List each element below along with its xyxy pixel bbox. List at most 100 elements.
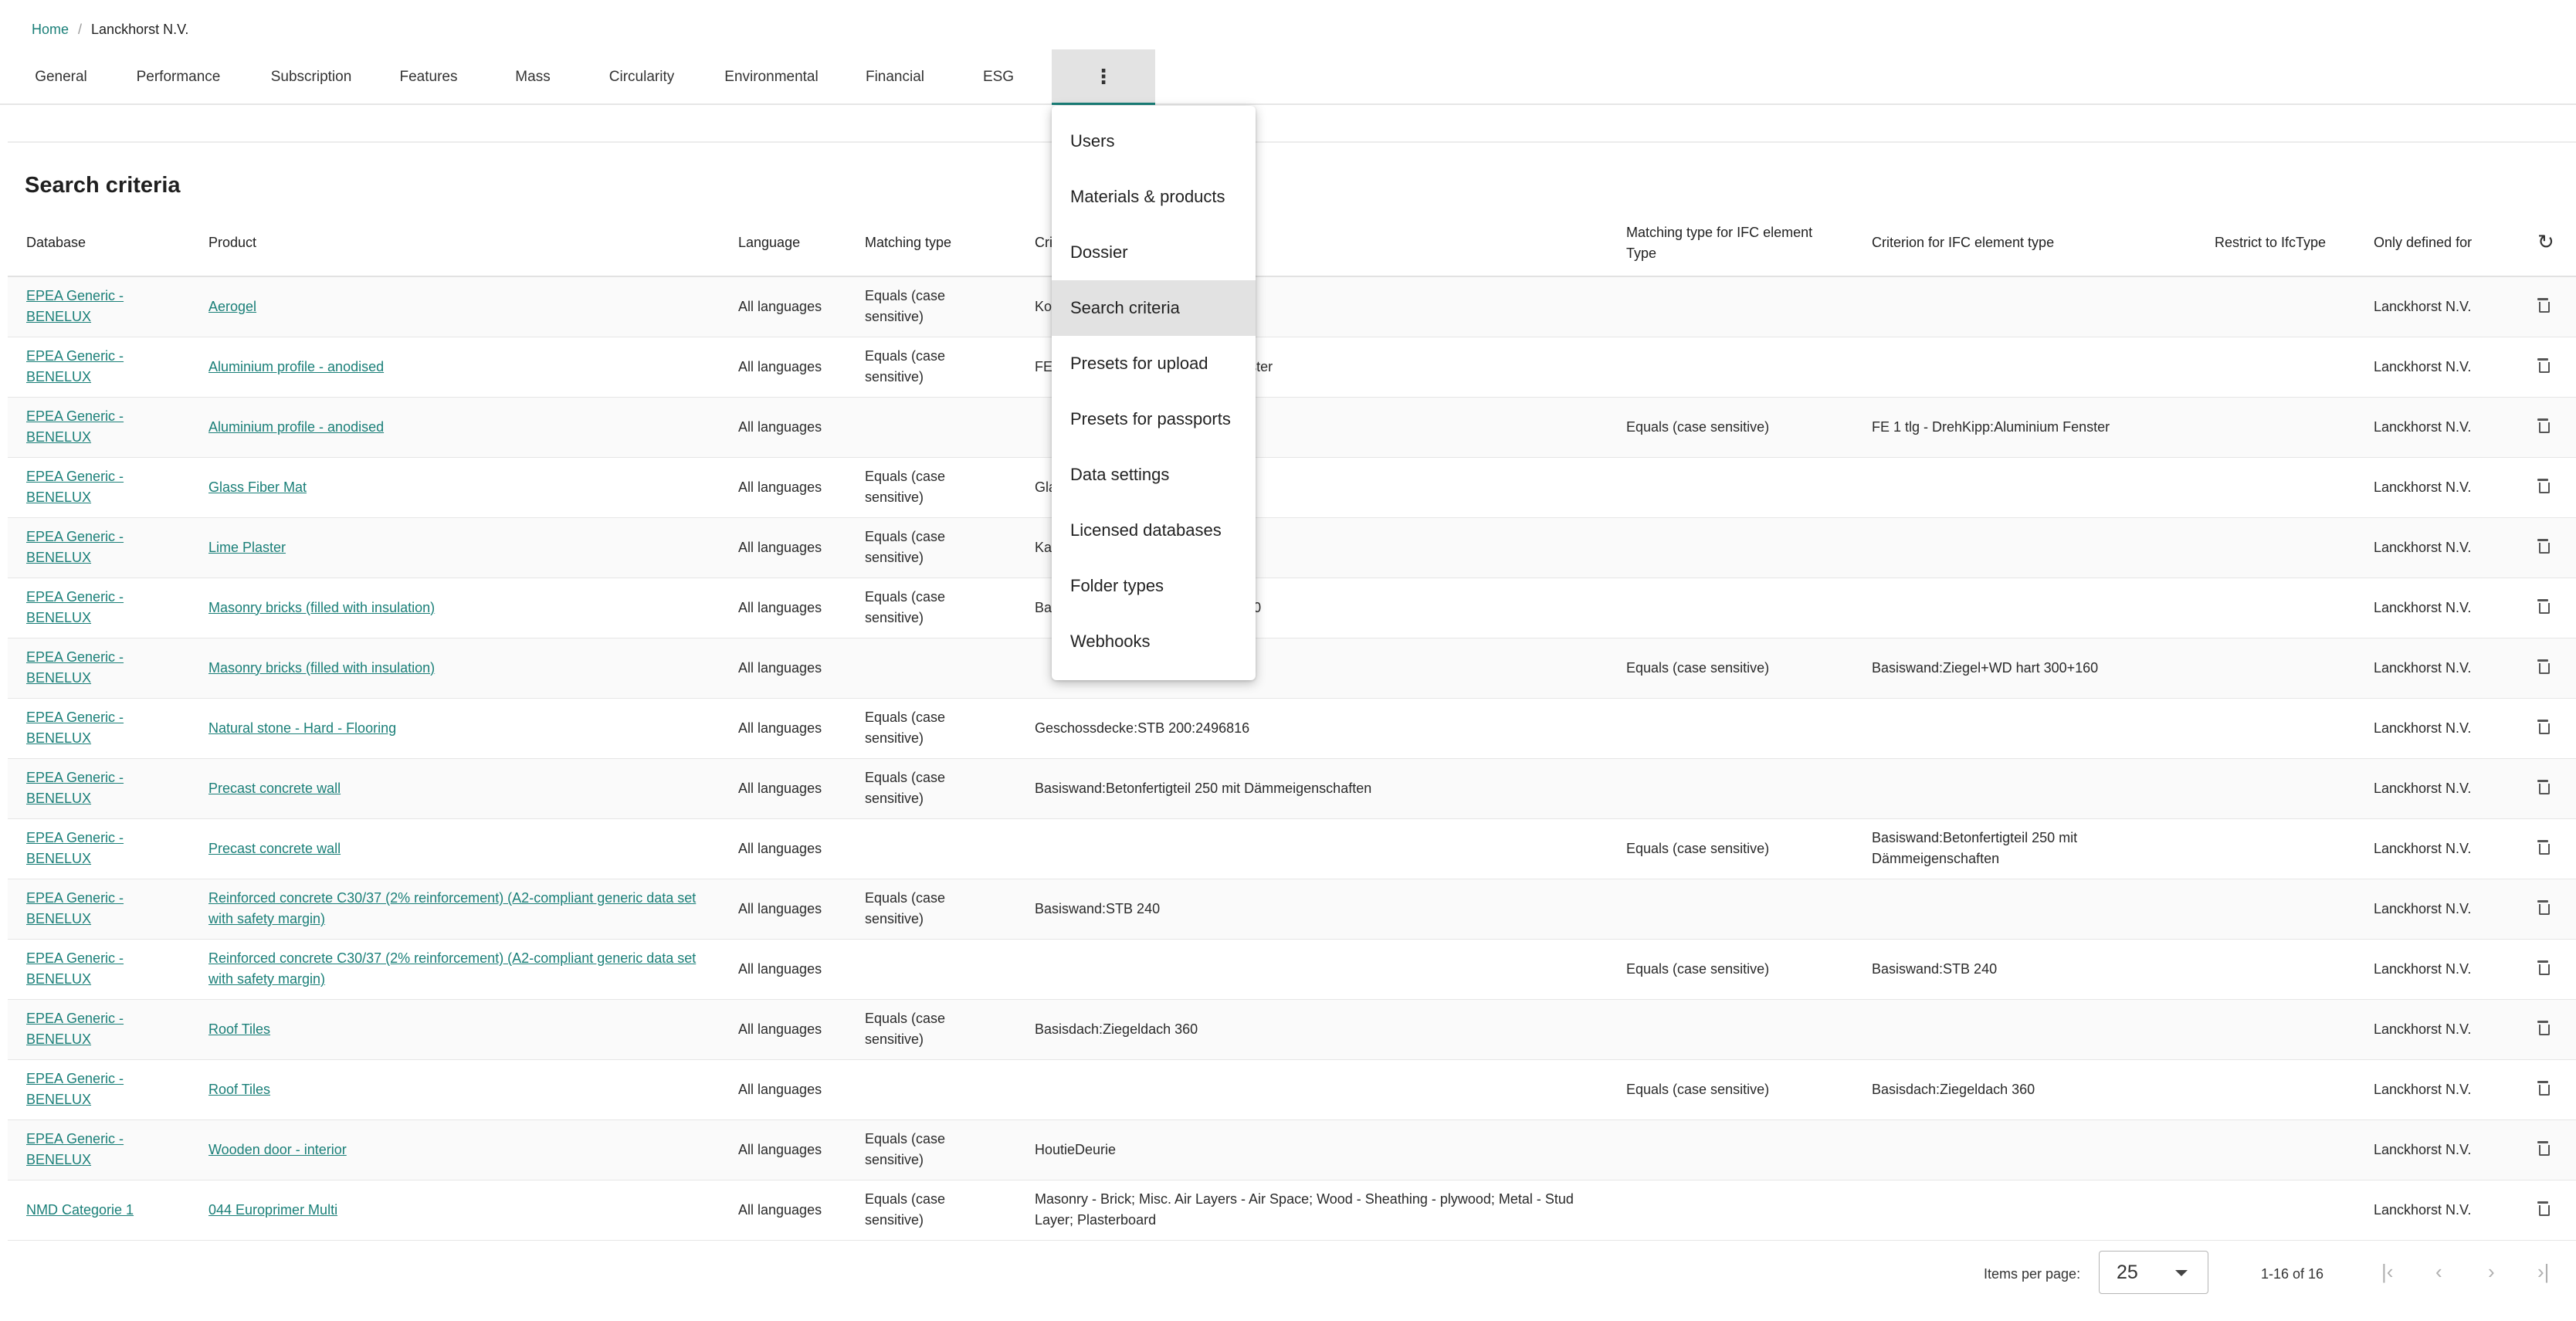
delete-button[interactable] xyxy=(2519,939,2576,1000)
delete-button[interactable] xyxy=(2519,879,2576,940)
menu-item-search-criteria[interactable]: Search criteria xyxy=(1052,280,1256,336)
tab-circularity[interactable]: Circularity xyxy=(591,49,693,105)
tab-performance[interactable]: Performance xyxy=(117,49,239,105)
delete-button[interactable] xyxy=(2519,758,2576,819)
cell-matching-ifc xyxy=(1608,879,1853,940)
delete-button[interactable] xyxy=(2519,517,2576,578)
database-link[interactable]: EPEA Generic - BENELUX xyxy=(26,469,124,505)
tab-mass[interactable]: Mass xyxy=(485,49,581,105)
cell-matching-type: Equals (case sensitive) xyxy=(846,758,1016,819)
database-link[interactable]: EPEA Generic - BENELUX xyxy=(26,649,124,686)
tab-financial[interactable]: Financial xyxy=(849,49,941,105)
col-header-criterion-ifc[interactable]: Criterion for IFC element type xyxy=(1853,210,2196,277)
product-link[interactable]: Glass Fiber Mat xyxy=(208,479,307,495)
delete-button[interactable] xyxy=(2519,457,2576,518)
cell-criterion: Basiswand:STB 240 xyxy=(1016,879,1608,940)
cell-only-defined: Lanckhorst N.V. xyxy=(2355,337,2519,398)
database-link[interactable]: EPEA Generic - BENELUX xyxy=(26,408,124,445)
product-link[interactable]: Precast concrete wall xyxy=(208,781,341,796)
database-link[interactable]: EPEA Generic - BENELUX xyxy=(26,1071,124,1107)
col-header-only-defined[interactable]: Only defined for xyxy=(2355,210,2519,277)
col-header-database[interactable]: Database xyxy=(8,210,190,277)
database-link[interactable]: EPEA Generic - BENELUX xyxy=(26,1011,124,1047)
database-link[interactable]: NMD Categorie 1 xyxy=(26,1202,134,1218)
database-link[interactable]: EPEA Generic - BENELUX xyxy=(26,348,124,384)
delete-button[interactable] xyxy=(2519,397,2576,458)
trash-icon xyxy=(2537,1201,2550,1216)
database-link[interactable]: EPEA Generic - BENELUX xyxy=(26,890,124,926)
menu-item-materials-products[interactable]: Materials & products xyxy=(1052,169,1256,225)
col-header-matching-ifc[interactable]: Matching type for IFC element Type xyxy=(1608,210,1853,277)
tab-esg[interactable]: ESG xyxy=(951,49,1046,105)
product-link[interactable]: Natural stone - Hard - Flooring xyxy=(208,720,396,736)
database-link[interactable]: EPEA Generic - BENELUX xyxy=(26,830,124,866)
menu-item-folder-types[interactable]: Folder types xyxy=(1052,558,1256,614)
product-link[interactable]: Aluminium profile - anodised xyxy=(208,359,384,374)
tab-environmental[interactable]: Environmental xyxy=(706,49,837,105)
breadcrumb-home-link[interactable]: Home xyxy=(32,22,69,38)
delete-button[interactable] xyxy=(2519,818,2576,879)
product-link[interactable]: 044 Europrimer Multi xyxy=(208,1202,337,1218)
cell-criterion-ifc xyxy=(1853,1119,2196,1180)
delete-button[interactable] xyxy=(2519,276,2576,337)
database-link[interactable]: EPEA Generic - BENELUX xyxy=(26,710,124,746)
last-page-icon[interactable]: ›| xyxy=(2537,1260,2549,1284)
table-row: EPEA Generic - BENELUX Masonry bricks (fi… xyxy=(8,578,2576,638)
delete-button[interactable] xyxy=(2519,1180,2576,1241)
tab-features[interactable]: Features xyxy=(384,49,473,105)
refresh-button[interactable]: ↻ xyxy=(2519,210,2576,277)
menu-item-licensed-databases[interactable]: Licensed databases xyxy=(1052,503,1256,558)
menu-item-users[interactable]: Users xyxy=(1052,113,1256,169)
col-header-product[interactable]: Product xyxy=(190,210,720,277)
tab-more[interactable]: ⋮ xyxy=(1052,49,1155,105)
product-link[interactable]: Roof Tiles xyxy=(208,1082,270,1097)
product-link[interactable]: Roof Tiles xyxy=(208,1021,270,1037)
delete-button[interactable] xyxy=(2519,698,2576,759)
delete-button[interactable] xyxy=(2519,999,2576,1060)
prev-page-icon[interactable]: ‹ xyxy=(2435,1260,2442,1284)
product-link[interactable]: Lime Plaster xyxy=(208,540,286,555)
cell-matching-ifc xyxy=(1608,698,1853,759)
delete-button[interactable] xyxy=(2519,1059,2576,1120)
delete-button[interactable] xyxy=(2519,638,2576,699)
table-header-row: Database Product Language Matching type … xyxy=(8,210,2576,277)
database-link[interactable]: EPEA Generic - BENELUX xyxy=(26,950,124,987)
product-link[interactable]: Precast concrete wall xyxy=(208,841,341,856)
database-link[interactable]: EPEA Generic - BENELUX xyxy=(26,589,124,625)
product-link[interactable]: Wooden door - interior xyxy=(208,1142,347,1157)
col-header-matching-type[interactable]: Matching type xyxy=(846,210,1016,277)
product-link[interactable]: Aerogel xyxy=(208,299,256,314)
cell-criterion-ifc xyxy=(1853,999,2196,1060)
database-link[interactable]: EPEA Generic - BENELUX xyxy=(26,770,124,806)
product-link[interactable]: Masonry bricks (filled with insulation) xyxy=(208,600,435,615)
cell-criterion-ifc xyxy=(1853,578,2196,638)
database-link[interactable]: EPEA Generic - BENELUX xyxy=(26,1131,124,1167)
next-page-icon[interactable]: › xyxy=(2488,1260,2495,1284)
col-header-language[interactable]: Language xyxy=(720,210,846,277)
items-per-page-select[interactable]: 25 xyxy=(2099,1251,2208,1294)
database-link[interactable]: EPEA Generic - BENELUX xyxy=(26,288,124,324)
menu-item-presets-for-upload[interactable]: Presets for upload xyxy=(1052,336,1256,391)
cell-restrict xyxy=(2196,758,2355,819)
menu-item-presets-for-passports[interactable]: Presets for passports xyxy=(1052,391,1256,447)
product-link[interactable]: Reinforced concrete C30/37 (2% reinforce… xyxy=(208,950,696,987)
delete-button[interactable] xyxy=(2519,1119,2576,1180)
trash-icon xyxy=(2537,478,2550,493)
cell-matching-type: Equals (case sensitive) xyxy=(846,337,1016,398)
menu-item-data-settings[interactable]: Data settings xyxy=(1052,447,1256,503)
product-link[interactable]: Masonry bricks (filled with insulation) xyxy=(208,660,435,676)
menu-item-webhooks[interactable]: Webhooks xyxy=(1052,614,1256,669)
table-row: EPEA Generic - BENELUX Wooden door - inte… xyxy=(8,1119,2576,1180)
delete-button[interactable] xyxy=(2519,337,2576,398)
first-page-icon[interactable]: |‹ xyxy=(2381,1260,2393,1284)
table-row: EPEA Generic - BENELUX Reinforced concret… xyxy=(8,939,2576,1000)
tab-general[interactable]: General xyxy=(15,49,107,105)
menu-item-dossier[interactable]: Dossier xyxy=(1052,225,1256,280)
col-header-restrict[interactable]: Restrict to IfcType xyxy=(2196,210,2355,277)
tab-subscription[interactable]: Subscription xyxy=(251,49,371,105)
product-link[interactable]: Aluminium profile - anodised xyxy=(208,419,384,435)
delete-button[interactable] xyxy=(2519,578,2576,638)
breadcrumb-separator: / xyxy=(78,22,83,37)
database-link[interactable]: EPEA Generic - BENELUX xyxy=(26,529,124,565)
product-link[interactable]: Reinforced concrete C30/37 (2% reinforce… xyxy=(208,890,696,926)
